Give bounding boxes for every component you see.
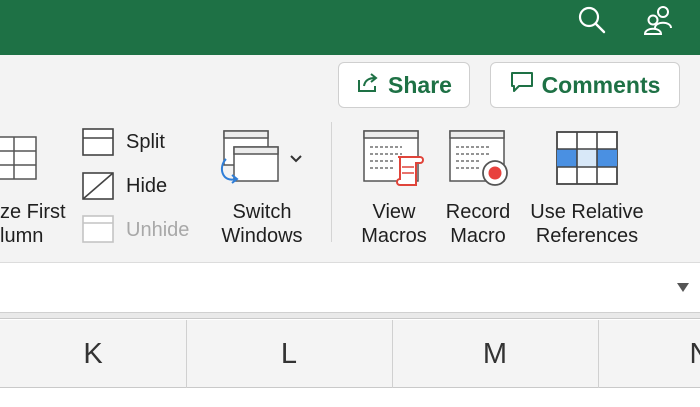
- column-header-k[interactable]: K: [0, 320, 186, 388]
- comments-label: Comments: [541, 71, 661, 98]
- switch-windows-label-1: Switch: [232, 201, 292, 223]
- unhide-button[interactable]: Unhide: [82, 215, 202, 245]
- freeze-first-column-label-1: ze First: [0, 201, 66, 223]
- hide-label: Hide: [126, 175, 168, 197]
- ribbon-view-tab: Share Comments ze First lumn Split Hide …: [0, 55, 700, 263]
- worksheet-grid[interactable]: [0, 388, 700, 407]
- column-header-n[interactable]: N: [598, 320, 700, 388]
- record-macro-icon: [449, 130, 508, 186]
- formula-bar[interactable]: [0, 263, 700, 313]
- freeze-panes-button[interactable]: [0, 135, 40, 181]
- share-label: Share: [388, 71, 452, 98]
- view-macros-label-2: Macros: [361, 225, 427, 247]
- expand-formula-bar-icon[interactable]: [677, 283, 689, 292]
- chevron-down-icon: [290, 155, 302, 163]
- split-label: Split: [126, 131, 165, 153]
- use-relative-references-label-1: Use Relative: [530, 201, 644, 223]
- comment-icon: [510, 71, 534, 99]
- formula-divider: [0, 313, 700, 319]
- freeze-panes-icon: [0, 136, 37, 180]
- comments-button[interactable]: Comments: [490, 62, 680, 108]
- column-header-m[interactable]: M: [392, 320, 598, 388]
- column-headers: K L M N: [0, 320, 700, 407]
- hide-icon: [82, 172, 114, 200]
- hide-button[interactable]: Hide: [82, 172, 182, 202]
- split-button[interactable]: Split: [82, 128, 182, 158]
- switch-windows-label-2: Windows: [221, 225, 303, 247]
- share-button[interactable]: Share: [338, 62, 470, 108]
- record-macro-label-1: Record: [445, 201, 511, 223]
- column-header-l[interactable]: L: [186, 320, 392, 388]
- view-macros-icon: [363, 130, 424, 186]
- relative-references-icon: [556, 131, 618, 185]
- split-icon: [82, 128, 114, 156]
- search-icon[interactable]: [572, 2, 612, 38]
- unhide-label: Unhide: [126, 219, 190, 241]
- people-icon[interactable]: [640, 2, 680, 38]
- use-relative-references-button[interactable]: [550, 130, 624, 190]
- view-macros-label-1: View: [372, 201, 416, 223]
- share-icon: [356, 71, 380, 99]
- unhide-icon: [82, 215, 114, 243]
- title-bar: [0, 0, 700, 55]
- freeze-first-column-label-2: lumn: [0, 225, 44, 247]
- record-macro-label-2: Macro: [450, 225, 506, 247]
- use-relative-references-label-2: References: [535, 225, 639, 247]
- ribbon-separator: [331, 122, 332, 242]
- switch-windows-icon: [220, 130, 279, 184]
